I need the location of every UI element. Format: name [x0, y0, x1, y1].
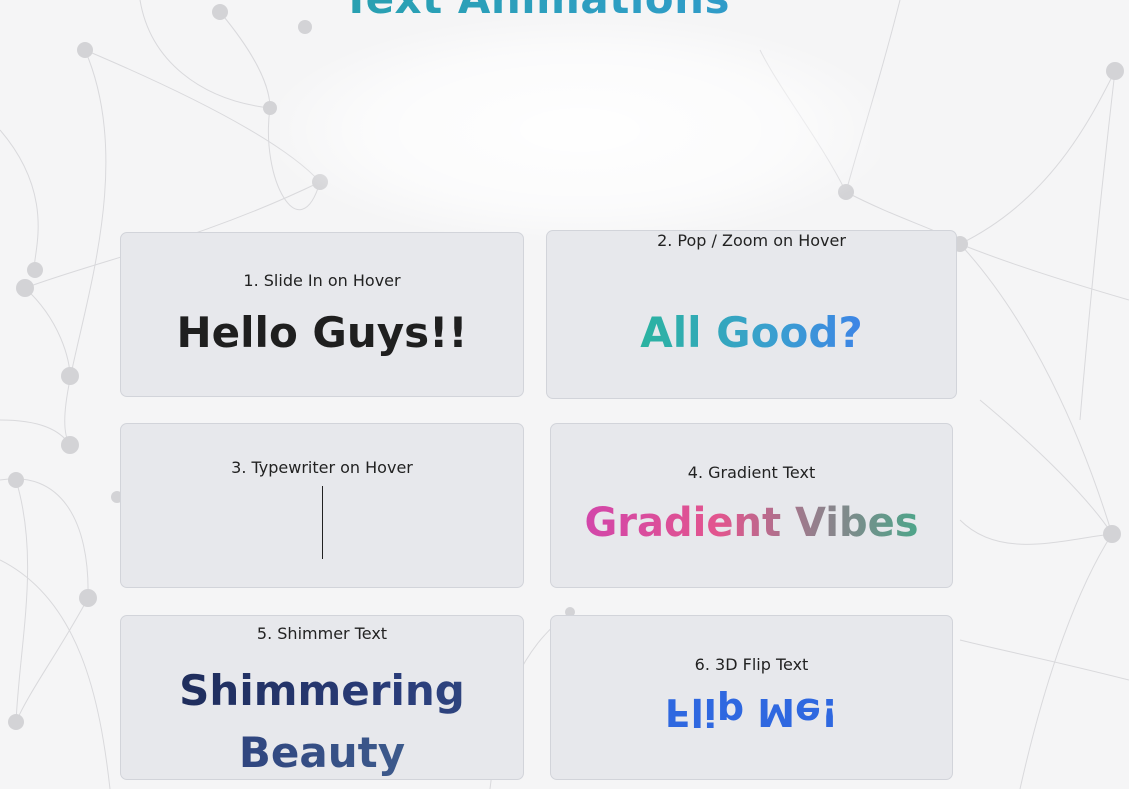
card-3d-flip[interactable]: 6. 3D Flip Text Flip Me! — [550, 615, 953, 780]
card-typewriter[interactable]: 3. Typewriter on Hover — [120, 423, 524, 588]
title-glow — [280, 20, 880, 240]
card-heading: 4. Gradient Text — [687, 463, 816, 482]
shimmer-gradient-text: Shimmering Beauty — [179, 666, 465, 777]
card-heading: 2. Pop / Zoom on Hover — [657, 231, 846, 250]
card-heading: 6. 3D Flip Text — [694, 655, 809, 674]
card-shimmer-text[interactable]: 5. Shimmer Text Shimmering Beauty — [120, 615, 524, 780]
card-heading: 3. Typewriter on Hover — [231, 458, 413, 477]
card-gradient-text[interactable]: 4. Gradient Text Gradient Vibes — [550, 423, 953, 588]
slide-in-text[interactable]: Hello Guys!! — [121, 308, 523, 357]
shimmer-text: Shimmering Beauty — [121, 660, 523, 779]
gradient-text: Gradient Vibes — [551, 500, 952, 546]
card-pop-zoom[interactable]: 2. Pop / Zoom on Hover All Good? — [546, 230, 957, 399]
flip-text[interactable]: Flip Me! — [551, 690, 952, 734]
card-heading: 1. Slide In on Hover — [243, 271, 401, 290]
pop-zoom-text[interactable]: All Good? — [547, 308, 956, 357]
typewriter-cursor — [322, 486, 323, 559]
card-slide-in[interactable]: 1. Slide In on Hover Hello Guys!! — [120, 232, 524, 397]
page-title: Text Animations — [0, 0, 1072, 23]
card-heading: 5. Shimmer Text — [256, 624, 388, 643]
gradient-vibes-text: Gradient Vibes — [584, 500, 919, 546]
pop-zoom-gradient-text: All Good? — [640, 308, 863, 357]
